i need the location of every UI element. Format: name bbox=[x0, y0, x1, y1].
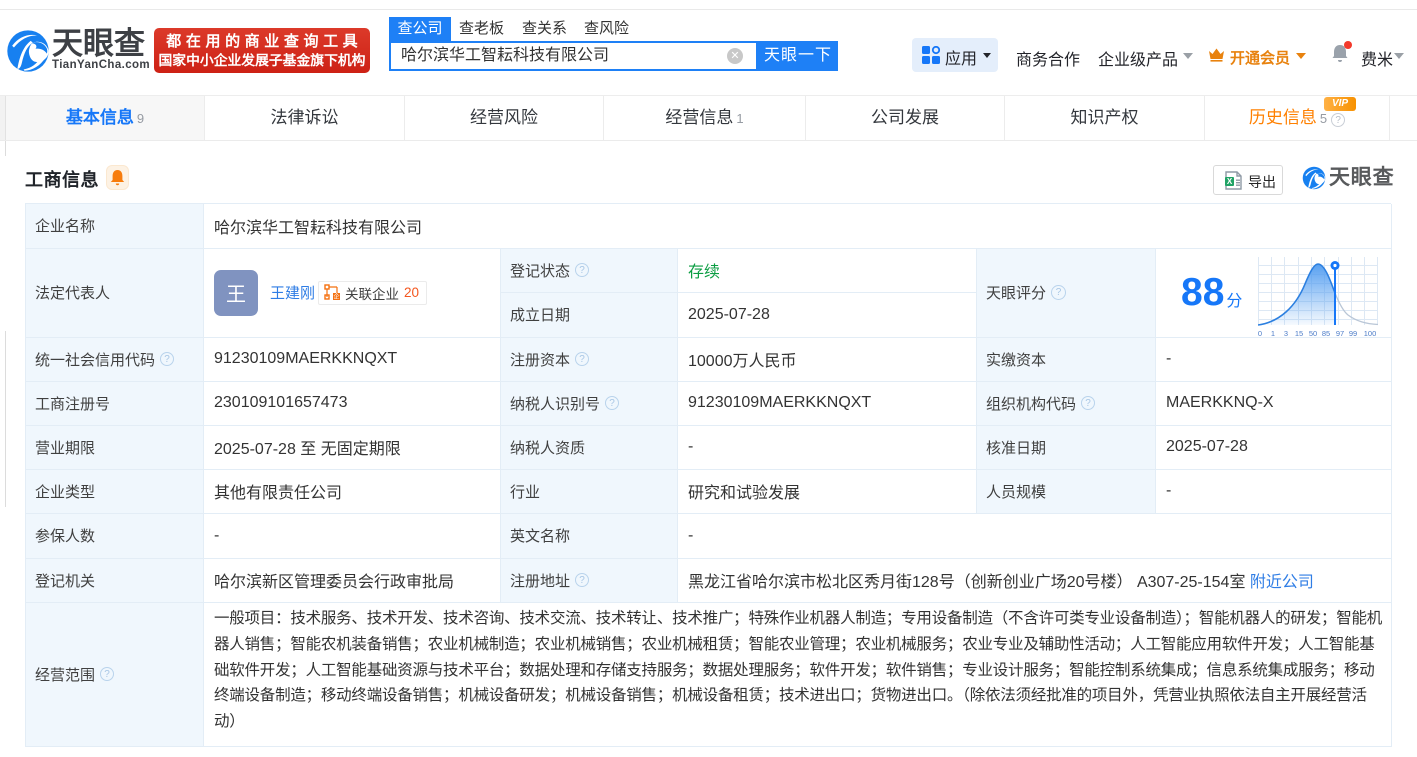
svg-text:85: 85 bbox=[1322, 329, 1330, 338]
svg-text:100: 100 bbox=[1364, 329, 1377, 338]
svg-text:1: 1 bbox=[1271, 329, 1275, 338]
svg-text:企: 企 bbox=[334, 293, 340, 301]
svg-text:99: 99 bbox=[1349, 329, 1357, 338]
svg-text:50: 50 bbox=[1309, 329, 1317, 338]
svg-text:15: 15 bbox=[1295, 329, 1303, 338]
svg-text:3: 3 bbox=[1284, 329, 1288, 338]
svg-text:0: 0 bbox=[1258, 329, 1262, 338]
svg-text:97: 97 bbox=[1336, 329, 1344, 338]
svg-text:X: X bbox=[1227, 177, 1233, 186]
